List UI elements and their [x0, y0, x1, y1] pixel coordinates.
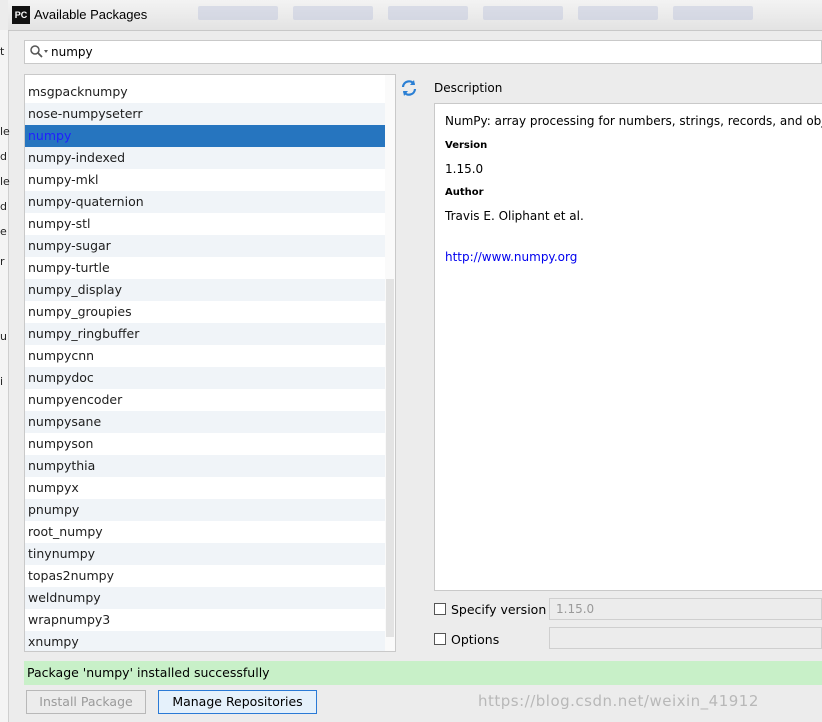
list-item[interactable]: topas2numpy: [25, 565, 385, 587]
list-item[interactable]: numpy-mkl: [25, 169, 385, 191]
description-summary: NumPy: array processing for numbers, str…: [445, 114, 822, 128]
description-label: Description: [434, 81, 503, 95]
list-item[interactable]: weldnumpy: [25, 587, 385, 609]
list-item[interactable]: numpy-sugar: [25, 235, 385, 257]
options-label: Options: [451, 632, 500, 647]
list-item[interactable]: numpythia: [25, 455, 385, 477]
install-package-button[interactable]: Install Package: [26, 690, 146, 714]
list-item[interactable]: numpy_groupies: [25, 301, 385, 323]
package-list[interactable]: msgpacknumpy nose-numpyseterr numpy numpy-i…: [24, 74, 396, 652]
manage-repositories-button[interactable]: Manage Repositories: [158, 690, 317, 714]
list-item[interactable]: pnumpy: [25, 499, 385, 521]
list-item[interactable]: numpy_ringbuffer: [25, 323, 385, 345]
status-message: Package 'numpy' installed successfully: [24, 661, 822, 685]
list-item[interactable]: root_numpy: [25, 521, 385, 543]
list-item[interactable]: numpy-turtle: [25, 257, 385, 279]
list-item[interactable]: numpysane: [25, 411, 385, 433]
options-checkbox[interactable]: [434, 633, 446, 645]
options-input[interactable]: [549, 627, 822, 649]
list-item[interactable]: xnumpy: [25, 631, 385, 651]
description-panel: NumPy: array processing for numbers, str…: [434, 103, 822, 591]
list-item[interactable]: numpyencoder: [25, 389, 385, 411]
list-item[interactable]: numpy: [25, 125, 385, 147]
search-bar[interactable]: [24, 40, 822, 64]
search-icon[interactable]: [29, 44, 51, 60]
list-item[interactable]: numpy-stl: [25, 213, 385, 235]
list-scrollbar[interactable]: [385, 75, 395, 651]
window-title: Available Packages: [34, 7, 148, 22]
list-item[interactable]: numpyx: [25, 477, 385, 499]
author-heading: Author: [445, 187, 484, 198]
background-ide-strip: t le d le d e r u i: [0, 30, 10, 722]
list-item[interactable]: numpy-quaternion: [25, 191, 385, 213]
version-heading: Version: [445, 140, 488, 151]
version-value: 1.15.0: [445, 162, 484, 176]
watermark: https://blog.csdn.net/weixin_41912: [478, 692, 759, 710]
specify-version-checkbox[interactable]: [434, 603, 446, 615]
title-bar: PC Available Packages: [8, 0, 822, 31]
package-rows: msgpacknumpy nose-numpyseterr numpy numpy-i…: [25, 81, 385, 651]
list-item[interactable]: numpyson: [25, 433, 385, 455]
list-item[interactable]: nose-numpyseterr: [25, 103, 385, 125]
list-item[interactable]: numpydoc: [25, 367, 385, 389]
list-item[interactable]: tinynumpy: [25, 543, 385, 565]
list-scrollbar-thumb[interactable]: [386, 279, 394, 637]
list-item[interactable]: numpy_display: [25, 279, 385, 301]
list-item[interactable]: numpycnn: [25, 345, 385, 367]
homepage-link[interactable]: http://www.numpy.org: [445, 250, 577, 264]
list-item[interactable]: msgpacknumpy: [25, 81, 385, 103]
reload-list-icon[interactable]: [399, 78, 419, 98]
author-value: Travis E. Oliphant et al.: [445, 209, 584, 223]
background-tabs: [198, 4, 822, 24]
list-item[interactable]: numpy-indexed: [25, 147, 385, 169]
specify-version-label: Specify version: [451, 602, 547, 617]
version-select[interactable]: 1.15.0: [549, 598, 822, 620]
search-input[interactable]: [51, 43, 811, 61]
pycharm-icon: PC: [12, 6, 30, 24]
list-item[interactable]: wrapnumpy3: [25, 609, 385, 631]
